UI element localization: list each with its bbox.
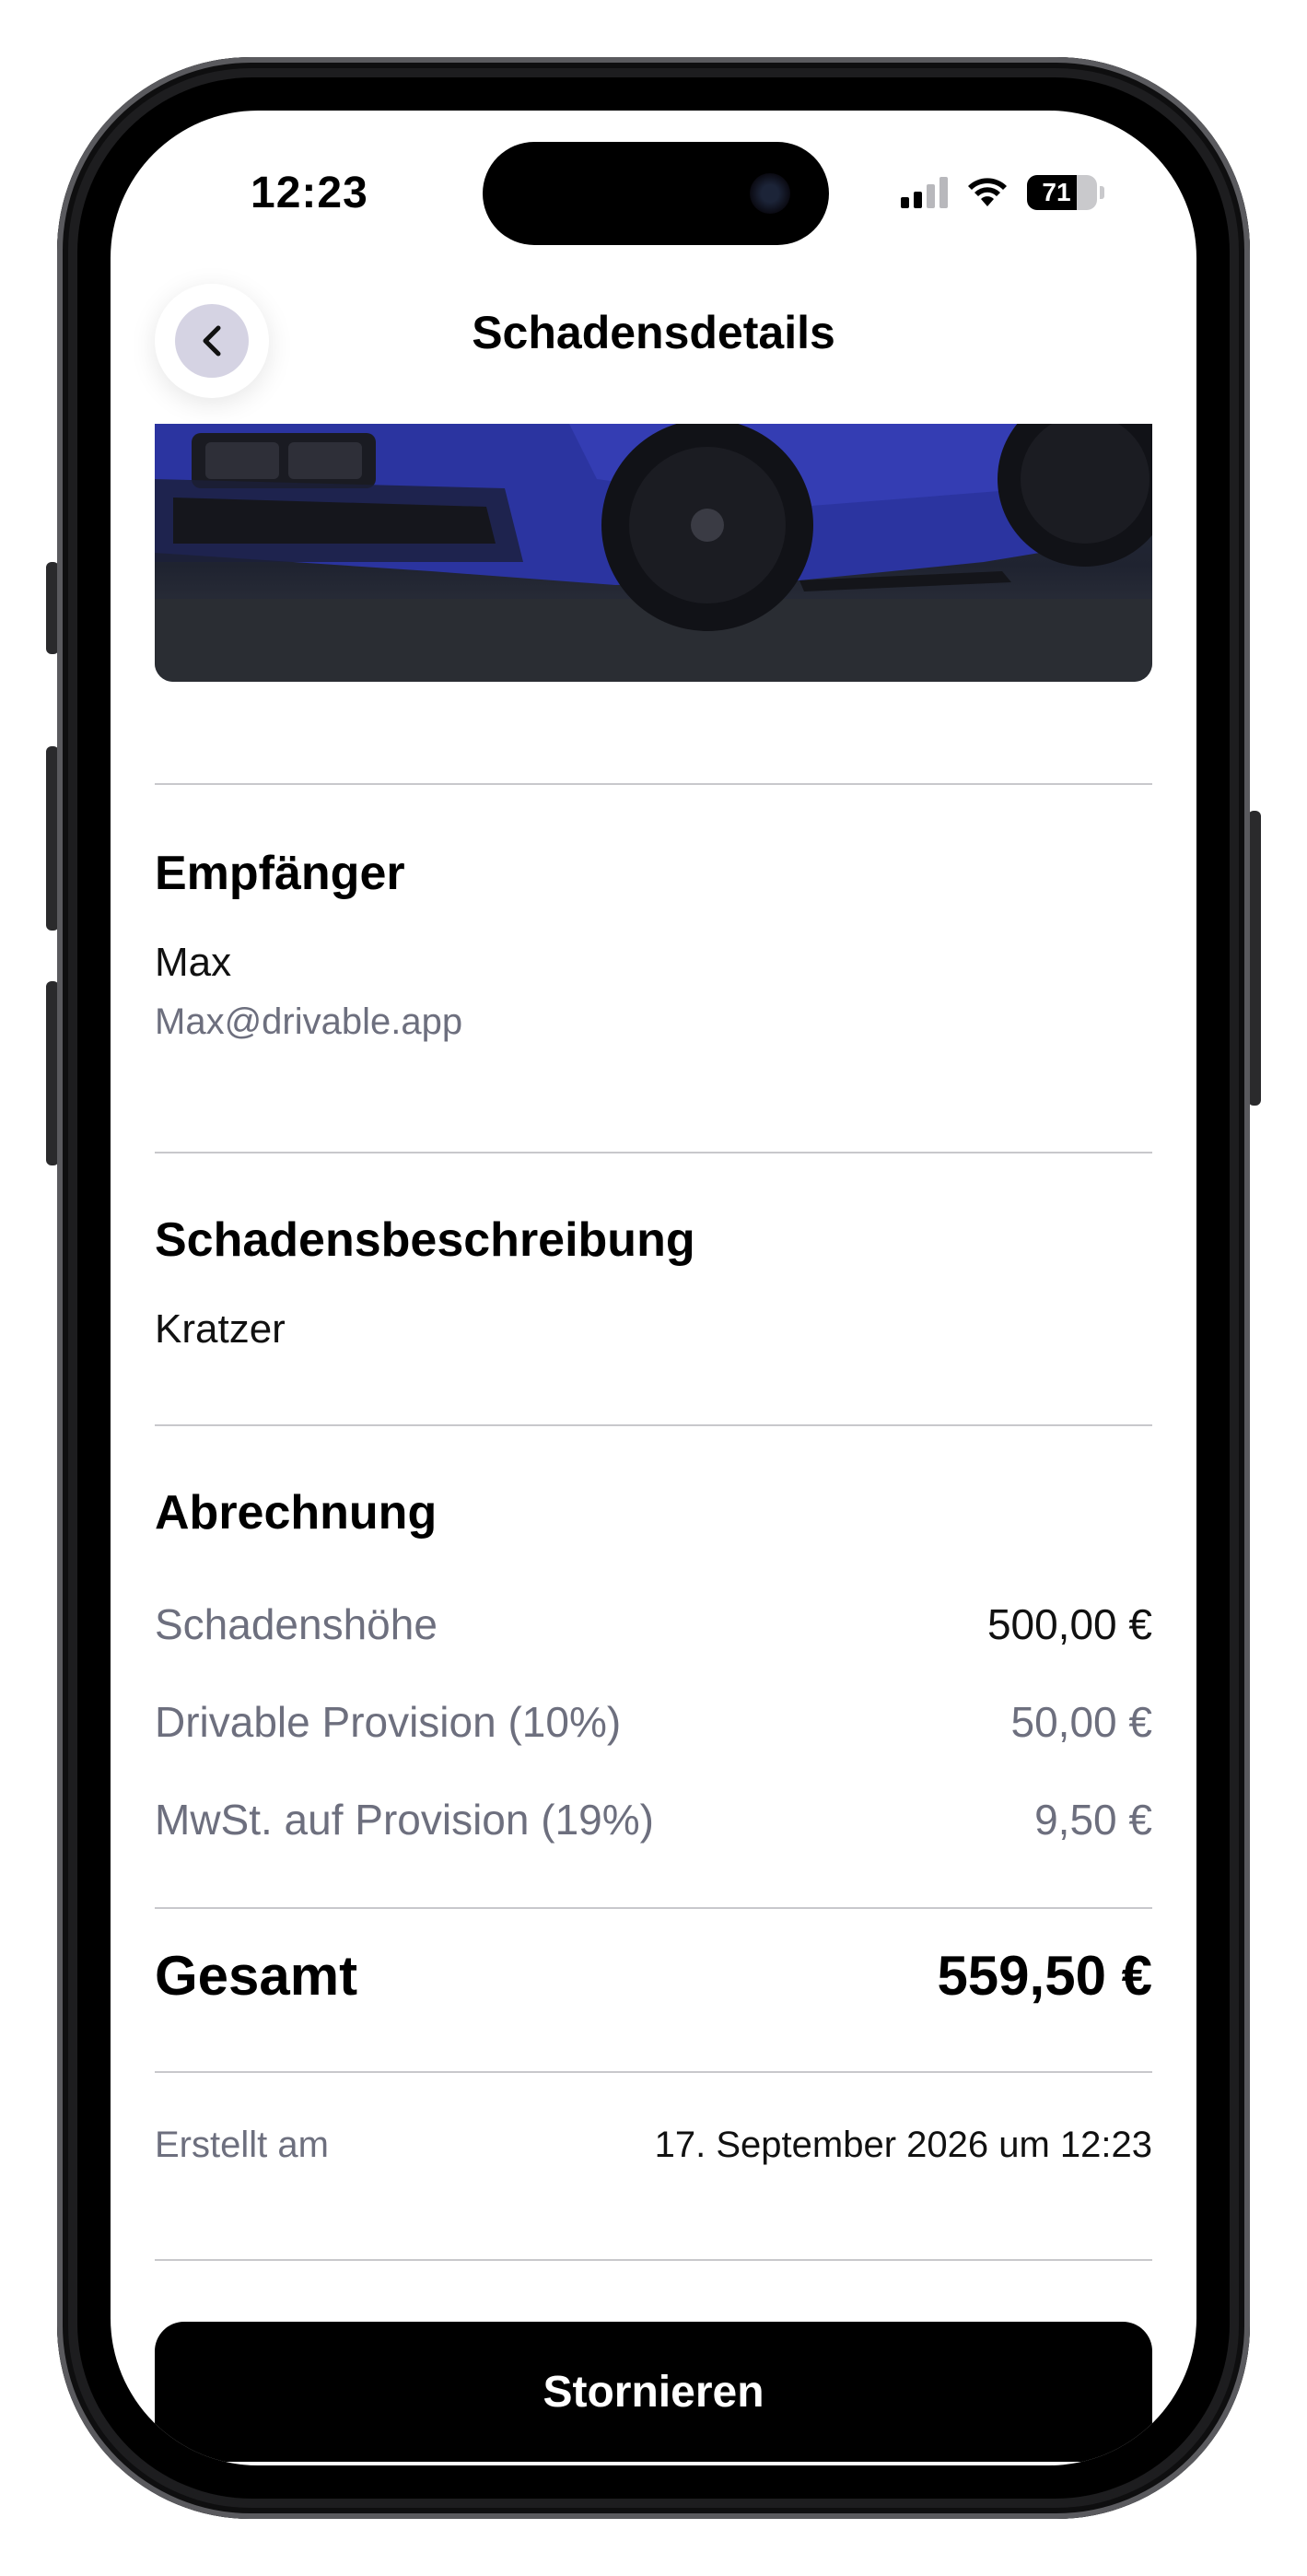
power-button — [1248, 811, 1261, 1106]
billing-row-value: 50,00 € — [1010, 1698, 1152, 1746]
billing-row-label: Drivable Provision (10%) — [155, 1698, 622, 1746]
battery-level: 71 — [1042, 178, 1071, 206]
recipient-name: Max — [155, 940, 232, 985]
billing-total-row: Gesamt 559,50 € — [155, 1944, 1152, 2008]
status-time: 12:23 — [251, 169, 368, 217]
status-icons: 71 — [901, 175, 1104, 210]
total-value: 559,50 € — [937, 1945, 1152, 2007]
wifi-icon — [968, 178, 1007, 206]
divider — [155, 2071, 1152, 2073]
page-title: Schadensdetails — [472, 307, 835, 358]
billing-row-damage-amount: Schadenshöhe 500,00 € — [155, 1599, 1152, 1649]
created-label: Erstellt am — [155, 2125, 329, 2165]
divider — [155, 1424, 1152, 1426]
billing-row-commission: Drivable Provision (10%) 50,00 € — [155, 1697, 1152, 1747]
battery-icon: 71 — [1027, 175, 1097, 210]
billing-heading: Abrechnung — [155, 1486, 438, 1540]
car-illustration — [155, 424, 1152, 682]
front-camera-icon — [750, 173, 790, 214]
created-value: 17. September 2026 um 12:23 — [654, 2125, 1152, 2165]
description-text: Kratzer — [155, 1306, 286, 1352]
divider — [155, 783, 1152, 785]
recipient-heading: Empfänger — [155, 847, 405, 900]
description-heading: Schadensbeschreibung — [155, 1213, 695, 1267]
total-label: Gesamt — [155, 1945, 358, 2007]
billing-row-value: 500,00 € — [986, 1600, 1152, 1648]
billing-row-label: MwSt. auf Provision (19%) — [155, 1796, 654, 1844]
billing-row-label: Schadenshöhe — [155, 1600, 438, 1648]
vehicle-photo — [155, 424, 1152, 682]
divider — [155, 1152, 1152, 1153]
cancel-button[interactable]: Stornieren — [155, 2322, 1152, 2462]
divider — [155, 1907, 1152, 1909]
recipient-email: Max@drivable.app — [155, 1001, 463, 1042]
dynamic-island — [483, 142, 829, 245]
cellular-signal-icon — [901, 177, 948, 208]
billing-row-value: 9,50 € — [1034, 1796, 1152, 1844]
divider — [155, 2259, 1152, 2261]
screen: 12:23 71 Schadensdetails Empfänger Max M… — [111, 111, 1196, 2465]
battery-tip — [1100, 186, 1104, 199]
created-row: Erstellt am 17. September 2026 um 12:23 — [155, 2125, 1152, 2166]
billing-row-vat: MwSt. auf Provision (19%) 9,50 € — [155, 1795, 1152, 1844]
